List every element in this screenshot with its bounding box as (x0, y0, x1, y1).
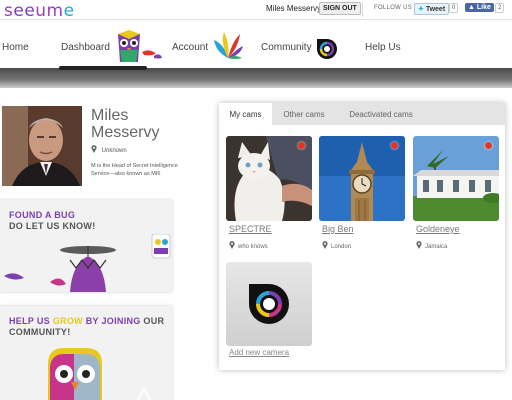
nav-home[interactable]: Home (2, 42, 29, 53)
live-indicator (298, 142, 305, 149)
live-indicator (391, 142, 398, 149)
main-nav: Home Dashboard Account Community Help Us (0, 20, 512, 70)
bug-card-heading: FOUND A BUG DO LET US KNOW! (9, 210, 96, 232)
profile-last-name: Messervy (91, 124, 160, 141)
twitter-bird-icon: ✦ (418, 6, 424, 13)
help-heading-grow: GROW (52, 316, 83, 326)
feather-fan-icon (214, 32, 243, 59)
cam-name-link[interactable]: SPECTRE (229, 224, 272, 234)
like-label: Like (476, 4, 491, 11)
cam-location-text: London (331, 244, 352, 250)
tab-my-cams[interactable]: My cams (219, 103, 272, 125)
thumbs-up-icon: ▲ (468, 4, 475, 11)
villa-house-image (413, 136, 499, 221)
join-community-card[interactable]: HELP US GROW BY JOINING OUR COMMUNITY! (0, 306, 172, 400)
big-ben-image (319, 136, 405, 221)
location-pin-icon (322, 241, 328, 249)
cam-thumbnail[interactable] (226, 136, 312, 221)
help-heading-part: OUR (140, 316, 165, 326)
tweet-button[interactable]: ✦ Tweet (414, 3, 450, 15)
location-pin-icon (416, 241, 422, 249)
tab-other-cams[interactable]: Other cams (272, 103, 336, 125)
nav-help-us[interactable]: Help Us (365, 42, 401, 53)
profile-photo (2, 106, 82, 186)
cam-thumbnail[interactable] (319, 136, 405, 221)
profile-location-text: Unknown (101, 148, 127, 154)
owl-mascot-icon (118, 30, 162, 62)
cam-thumbnail[interactable] (413, 136, 499, 221)
cam-name-link[interactable]: Big Ben (322, 224, 354, 234)
owl-community-illustration (48, 348, 151, 400)
cam-name-link[interactable]: Goldeneye (416, 224, 460, 234)
report-bug-card[interactable]: FOUND A BUG DO LET US KNOW! (0, 200, 172, 292)
like-button[interactable]: ▲ Like (465, 3, 494, 12)
nav-dashboard[interactable]: Dashboard (61, 42, 110, 53)
cam-location: who knows (229, 241, 268, 250)
profile-portrait-image (2, 106, 82, 186)
camera-lens-icon (317, 39, 337, 59)
follow-us-label: FOLLOW US (374, 5, 413, 11)
add-camera-tile[interactable] (226, 262, 312, 346)
seeume-logo[interactable]: seeume (4, 1, 75, 21)
add-camera-link[interactable]: Add new camera (229, 348, 289, 357)
top-bar: seeume Miles Messervy SIGN OUT FOLLOW US… (0, 0, 512, 21)
username: Miles Messervy (266, 4, 322, 13)
sign-out-button[interactable]: SIGN OUT (319, 2, 361, 15)
help-card-heading: HELP US GROW BY JOINING OUR COMMUNITY! (9, 316, 164, 338)
help-heading-part: BY (82, 316, 102, 326)
bug-heading-highlight: BUG (54, 210, 76, 220)
cam-location-text: who knows (238, 244, 268, 250)
like-count: 2 (495, 3, 505, 13)
profile-name: Miles Messervy (91, 107, 201, 141)
spider-bug-illustration (4, 234, 171, 292)
tweet-count: 0 (449, 3, 459, 13)
help-heading-joining: JOINING (101, 316, 141, 326)
help-heading-part: HELP US (9, 316, 53, 326)
white-cat-image (226, 136, 312, 221)
divider (362, 2, 363, 17)
cam-location-text: Jamaica (425, 244, 448, 250)
live-indicator (485, 142, 492, 149)
bug-heading-part: FOUND A (9, 210, 55, 220)
cam-location: Jamaica (416, 241, 447, 250)
nav-community[interactable]: Community (261, 42, 312, 53)
camera-lens-icon (249, 284, 289, 324)
tweet-label: Tweet (425, 6, 446, 13)
profile-description: M is the Head of Secret Intelligence Ser… (91, 163, 178, 177)
cam-location: London (322, 241, 351, 250)
location-pin-icon (91, 145, 97, 153)
nav-account[interactable]: Account (172, 42, 208, 53)
profile-first-name: Miles (91, 107, 129, 124)
location-pin-icon (229, 241, 235, 249)
nav-active-indicator (59, 66, 147, 70)
tab-deactivated-cams[interactable]: Deactivated cams (336, 103, 426, 125)
profile-location: Unknown (91, 145, 127, 154)
bug-heading-line2: DO LET US KNOW! (9, 221, 96, 231)
nav-shadow-band (0, 68, 512, 88)
help-heading-community: COMMUNITY! (9, 327, 71, 337)
